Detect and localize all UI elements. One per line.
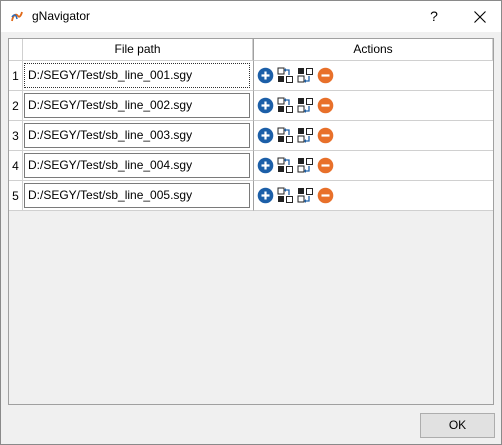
table-row: 1 D:/SEGY/Test/sb_line_001.sgy bbox=[9, 61, 493, 91]
move-down-button[interactable] bbox=[297, 97, 314, 114]
move-up-button[interactable] bbox=[277, 97, 294, 114]
remove-button[interactable] bbox=[317, 97, 334, 114]
remove-button[interactable] bbox=[317, 187, 334, 204]
row-number[interactable]: 5 bbox=[9, 181, 23, 211]
window-title: gNavigator bbox=[32, 9, 91, 23]
file-path-cell: D:/SEGY/Test/sb_line_005.sgy bbox=[23, 181, 253, 211]
actions-cell bbox=[253, 151, 493, 181]
file-path-cell: D:/SEGY/Test/sb_line_004.sgy bbox=[23, 151, 253, 181]
help-button[interactable]: ? bbox=[416, 1, 452, 32]
row-number[interactable]: 4 bbox=[9, 151, 23, 181]
actions-cell bbox=[253, 181, 493, 211]
table-row: 5 D:/SEGY/Test/sb_line_005.sgy bbox=[9, 181, 493, 211]
row-number[interactable]: 3 bbox=[9, 121, 23, 151]
actions-cell bbox=[253, 121, 493, 151]
add-button[interactable] bbox=[257, 97, 274, 114]
move-down-button[interactable] bbox=[297, 187, 314, 204]
add-button[interactable] bbox=[257, 127, 274, 144]
column-header-file-path[interactable]: File path bbox=[23, 39, 253, 61]
move-up-button[interactable] bbox=[277, 187, 294, 204]
file-path-cell: D:/SEGY/Test/sb_line_002.sgy bbox=[23, 91, 253, 121]
title-bar: gNavigator ? bbox=[1, 1, 501, 32]
move-down-button[interactable] bbox=[297, 67, 314, 84]
move-up-button[interactable] bbox=[277, 157, 294, 174]
close-button[interactable] bbox=[461, 1, 499, 32]
close-icon bbox=[474, 11, 486, 23]
move-down-button[interactable] bbox=[297, 157, 314, 174]
ok-button[interactable]: OK bbox=[420, 413, 495, 438]
add-button[interactable] bbox=[257, 157, 274, 174]
file-path-field[interactable]: D:/SEGY/Test/sb_line_002.sgy bbox=[24, 93, 250, 118]
app-logo-icon bbox=[10, 10, 24, 24]
remove-button[interactable] bbox=[317, 67, 334, 84]
actions-cell bbox=[253, 91, 493, 121]
move-down-button[interactable] bbox=[297, 127, 314, 144]
add-button[interactable] bbox=[257, 187, 274, 204]
row-number[interactable]: 1 bbox=[9, 61, 23, 91]
file-path-cell: D:/SEGY/Test/sb_line_003.sgy bbox=[23, 121, 253, 151]
add-button[interactable] bbox=[257, 67, 274, 84]
file-path-field[interactable]: D:/SEGY/Test/sb_line_001.sgy bbox=[24, 63, 250, 88]
table-row: 2 D:/SEGY/Test/sb_line_002.sgy bbox=[9, 91, 493, 121]
actions-cell bbox=[253, 61, 493, 91]
row-number[interactable]: 2 bbox=[9, 91, 23, 121]
file-path-field[interactable]: D:/SEGY/Test/sb_line_004.sgy bbox=[24, 153, 250, 178]
files-table: File path Actions 1 D:/SEGY/Test/sb_line_… bbox=[8, 38, 494, 405]
column-header-actions[interactable]: Actions bbox=[253, 39, 493, 61]
remove-button[interactable] bbox=[317, 157, 334, 174]
remove-button[interactable] bbox=[317, 127, 334, 144]
move-up-button[interactable] bbox=[277, 127, 294, 144]
file-path-field[interactable]: D:/SEGY/Test/sb_line_005.sgy bbox=[24, 183, 250, 208]
dialog-window: gNavigator ? File path Actions 1 D:/SEGY/… bbox=[0, 0, 502, 445]
move-up-button[interactable] bbox=[277, 67, 294, 84]
file-path-cell: D:/SEGY/Test/sb_line_001.sgy bbox=[23, 61, 253, 91]
file-path-field[interactable]: D:/SEGY/Test/sb_line_003.sgy bbox=[24, 123, 250, 148]
table-row: 4 D:/SEGY/Test/sb_line_004.sgy bbox=[9, 151, 493, 181]
table-corner bbox=[9, 39, 23, 61]
table-row: 3 D:/SEGY/Test/sb_line_003.sgy bbox=[9, 121, 493, 151]
